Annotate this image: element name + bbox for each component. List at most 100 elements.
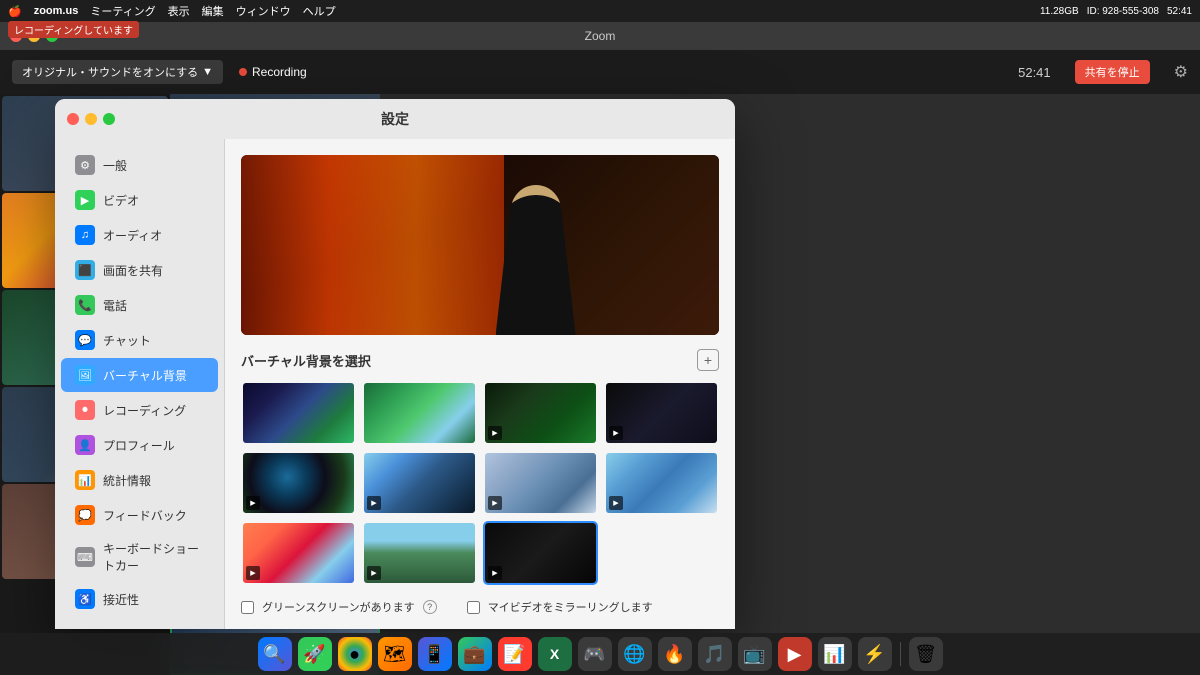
profile-icon: 👤 [75, 435, 95, 455]
dock-chrome[interactable]: ● [338, 637, 372, 671]
apple-menu[interactable]: 🍎 [8, 5, 22, 18]
general-label: 一般 [103, 157, 127, 174]
access-icon: ♿ [75, 589, 95, 609]
video-overlay-2: ▶ [609, 426, 623, 440]
video-overlay-9: ▶ [488, 566, 502, 580]
general-icon: ⚙ [75, 155, 95, 175]
settings-item-phone[interactable]: 📞 電話 [61, 288, 218, 322]
bg-thumb-bridge[interactable]: ▶ [362, 451, 477, 515]
bg-thumb-beach[interactable] [362, 381, 477, 445]
recording-settings-label: レコーディング [103, 402, 186, 419]
keyboard-icon: ⌨ [75, 547, 95, 567]
app-name: zoom.us [34, 5, 79, 17]
help-icon[interactable]: ? [423, 600, 437, 614]
greenscreen-checkbox[interactable] [241, 601, 254, 614]
chat-icon: 💬 [75, 330, 95, 350]
dock-app8[interactable]: ⚡ [858, 637, 892, 671]
add-background-button[interactable]: + [697, 349, 719, 371]
gear-icon[interactable]: ⚙ [1174, 62, 1188, 82]
menu-view[interactable]: 表示 [168, 3, 190, 19]
settings-item-chat[interactable]: 💬 チャット [61, 323, 218, 357]
dock-app4[interactable]: 🎮 [578, 637, 612, 671]
dock-launchpad[interactable]: 🚀 [298, 637, 332, 671]
mac-menubar: 🍎 zoom.us ミーティング 表示 編集 ウィンドウ ヘルプ 11.28GB… [0, 0, 1200, 22]
settings-modal: 設定 ⚙ 一般 ▶ ビデオ ♫ オーディオ [55, 99, 735, 629]
settings-item-virtual[interactable]: 🖼 バーチャル背景 [61, 358, 218, 392]
dock-app6[interactable]: 🔥 [658, 637, 692, 671]
audio-label: オーディオ [103, 227, 162, 244]
video-overlay-4: ▶ [367, 496, 381, 510]
menu-items: ミーティング 表示 編集 ウィンドウ ヘルプ [90, 3, 335, 19]
menubar-time: 52:41 [1167, 6, 1192, 17]
recording-icon: ⏺ [75, 400, 95, 420]
settings-item-video[interactable]: ▶ ビデオ [61, 183, 218, 217]
settings-item-screen[interactable]: ⬛ 画面を共有 [61, 253, 218, 287]
bg-thumb-earth[interactable]: ▶ [241, 451, 356, 515]
bg-thumb-golden-gate[interactable]: ▶ [241, 521, 356, 585]
modal-traffic-lights [67, 113, 115, 125]
dock-tv[interactable]: 📺 [738, 637, 772, 671]
settings-item-keyboard[interactable]: ⌨ キーボードショートカー [61, 533, 218, 581]
menubar-right: 11.28GB ID: 928-555-308 52:41 [1040, 6, 1192, 17]
dropdown-icon: ▼ [202, 66, 213, 78]
dock-finder[interactable]: 🔍 [258, 637, 292, 671]
feedback-label: フィードバック [103, 507, 187, 524]
modal-titlebar: 設定 [55, 99, 735, 139]
dock-app1[interactable]: 📱 [418, 637, 452, 671]
storage-indicator: 11.28GB [1040, 6, 1079, 17]
video-label: ビデオ [103, 192, 139, 209]
bg-thumb-dark-selected[interactable]: ▶ [483, 521, 598, 585]
settings-content: バーチャル背景を選択 + ▶ [225, 139, 735, 629]
time-display: 52:41 [1018, 65, 1051, 80]
dock-app2[interactable]: 💼 [458, 637, 492, 671]
preview-video [241, 155, 719, 335]
modal-title: 設定 [381, 109, 409, 129]
checkbox-mirror-row: マイビデオをミラーリングします [467, 599, 653, 615]
menu-window[interactable]: ウィンドウ [236, 3, 291, 19]
dock-excel[interactable]: X [538, 637, 572, 671]
phone-icon: 📞 [75, 295, 95, 315]
bg-thumb-dark[interactable]: ▶ [604, 381, 719, 445]
menu-meeting[interactable]: ミーティング [90, 3, 155, 19]
sound-label: オリジナル・サウンドをオンにする [22, 64, 198, 80]
checkbox-greenscreen-row: グリーンスクリーンがあります ? [241, 599, 437, 615]
dock-app7[interactable]: 📊 [818, 637, 852, 671]
modal-minimize[interactable] [85, 113, 97, 125]
sound-button[interactable]: オリジナル・サウンドをオンにする ▼ [12, 60, 223, 84]
settings-item-access[interactable]: ♿ 接近性 [61, 582, 218, 616]
stop-share-button[interactable]: 共有を停止 [1075, 60, 1150, 84]
main-content: 設定 ⚙ 一般 ▶ ビデオ ♫ オーディオ [0, 94, 1200, 675]
profile-label: プロフィール [103, 437, 175, 454]
modal-close[interactable] [67, 113, 79, 125]
settings-item-profile[interactable]: 👤 プロフィール [61, 428, 218, 462]
mirror-checkbox[interactable] [467, 601, 480, 614]
settings-item-recording[interactable]: ⏺ レコーディング [61, 393, 218, 427]
video-overlay-6: ▶ [609, 496, 623, 510]
phone-label: 電話 [103, 297, 127, 314]
settings-item-general[interactable]: ⚙ 一般 [61, 148, 218, 182]
dock-app3[interactable]: 📝 [498, 637, 532, 671]
settings-item-stats[interactable]: 📊 統計情報 [61, 463, 218, 497]
bg-thumb-forest[interactable]: ▶ [483, 381, 598, 445]
menu-edit[interactable]: 編集 [202, 3, 224, 19]
dock-app5[interactable]: 🌐 [618, 637, 652, 671]
screen-icon: ⬛ [75, 260, 95, 280]
mirror-label: マイビデオをミラーリングします [488, 599, 653, 615]
dock-trash[interactable]: 🗑 [909, 637, 943, 671]
dock-music[interactable]: 🎵 [698, 637, 732, 671]
dock-maps[interactable]: 🗺 [378, 637, 412, 671]
dock-slides[interactable]: ▶ [778, 637, 812, 671]
bg-thumb-aurora[interactable] [241, 381, 356, 445]
fireplace-bg [241, 155, 504, 335]
bg-thumb-lake[interactable]: ▶ [604, 451, 719, 515]
modal-maximize[interactable] [103, 113, 115, 125]
background-grid: ▶ ▶ ▶ ▶ [241, 381, 719, 585]
bg-aurora-img [243, 383, 354, 443]
settings-item-feedback[interactable]: 💭 フィードバック [61, 498, 218, 532]
checkboxes-row: グリーンスクリーンがあります ? マイビデオをミラーリングします [241, 599, 719, 621]
menu-help[interactable]: ヘルプ [303, 3, 336, 19]
window-title: Zoom [585, 29, 616, 43]
settings-item-audio[interactable]: ♫ オーディオ [61, 218, 218, 252]
bg-thumb-mountains[interactable]: ▶ [483, 451, 598, 515]
bg-thumb-railway[interactable]: ▶ [362, 521, 477, 585]
